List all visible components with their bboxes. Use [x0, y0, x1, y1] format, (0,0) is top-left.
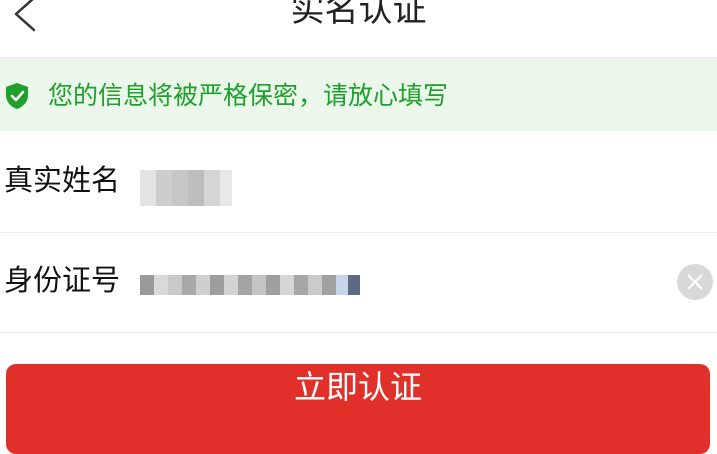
- page-title: 实名认证: [290, 0, 427, 30]
- verify-now-button[interactable]: 立即认证: [6, 364, 710, 454]
- id-number-label: 身份证号: [4, 263, 121, 297]
- shield-check-icon: [6, 83, 28, 109]
- nav-header: 实名认证: [0, 0, 717, 58]
- real-name-label: 真实姓名: [4, 163, 121, 197]
- id-number-row: 身份证号: [0, 233, 717, 333]
- clear-icon[interactable]: [677, 264, 713, 300]
- id-number-input[interactable]: [140, 275, 362, 295]
- divider: [0, 332, 717, 333]
- privacy-notice-banner: 您的信息将被严格保密，请放心填写: [0, 58, 717, 131]
- verify-now-label: 立即认证: [293, 368, 422, 406]
- privacy-notice-text: 您的信息将被严格保密，请放心填写: [48, 81, 449, 110]
- real-name-input[interactable]: [140, 170, 232, 206]
- real-name-row: 真实姓名: [0, 132, 717, 232]
